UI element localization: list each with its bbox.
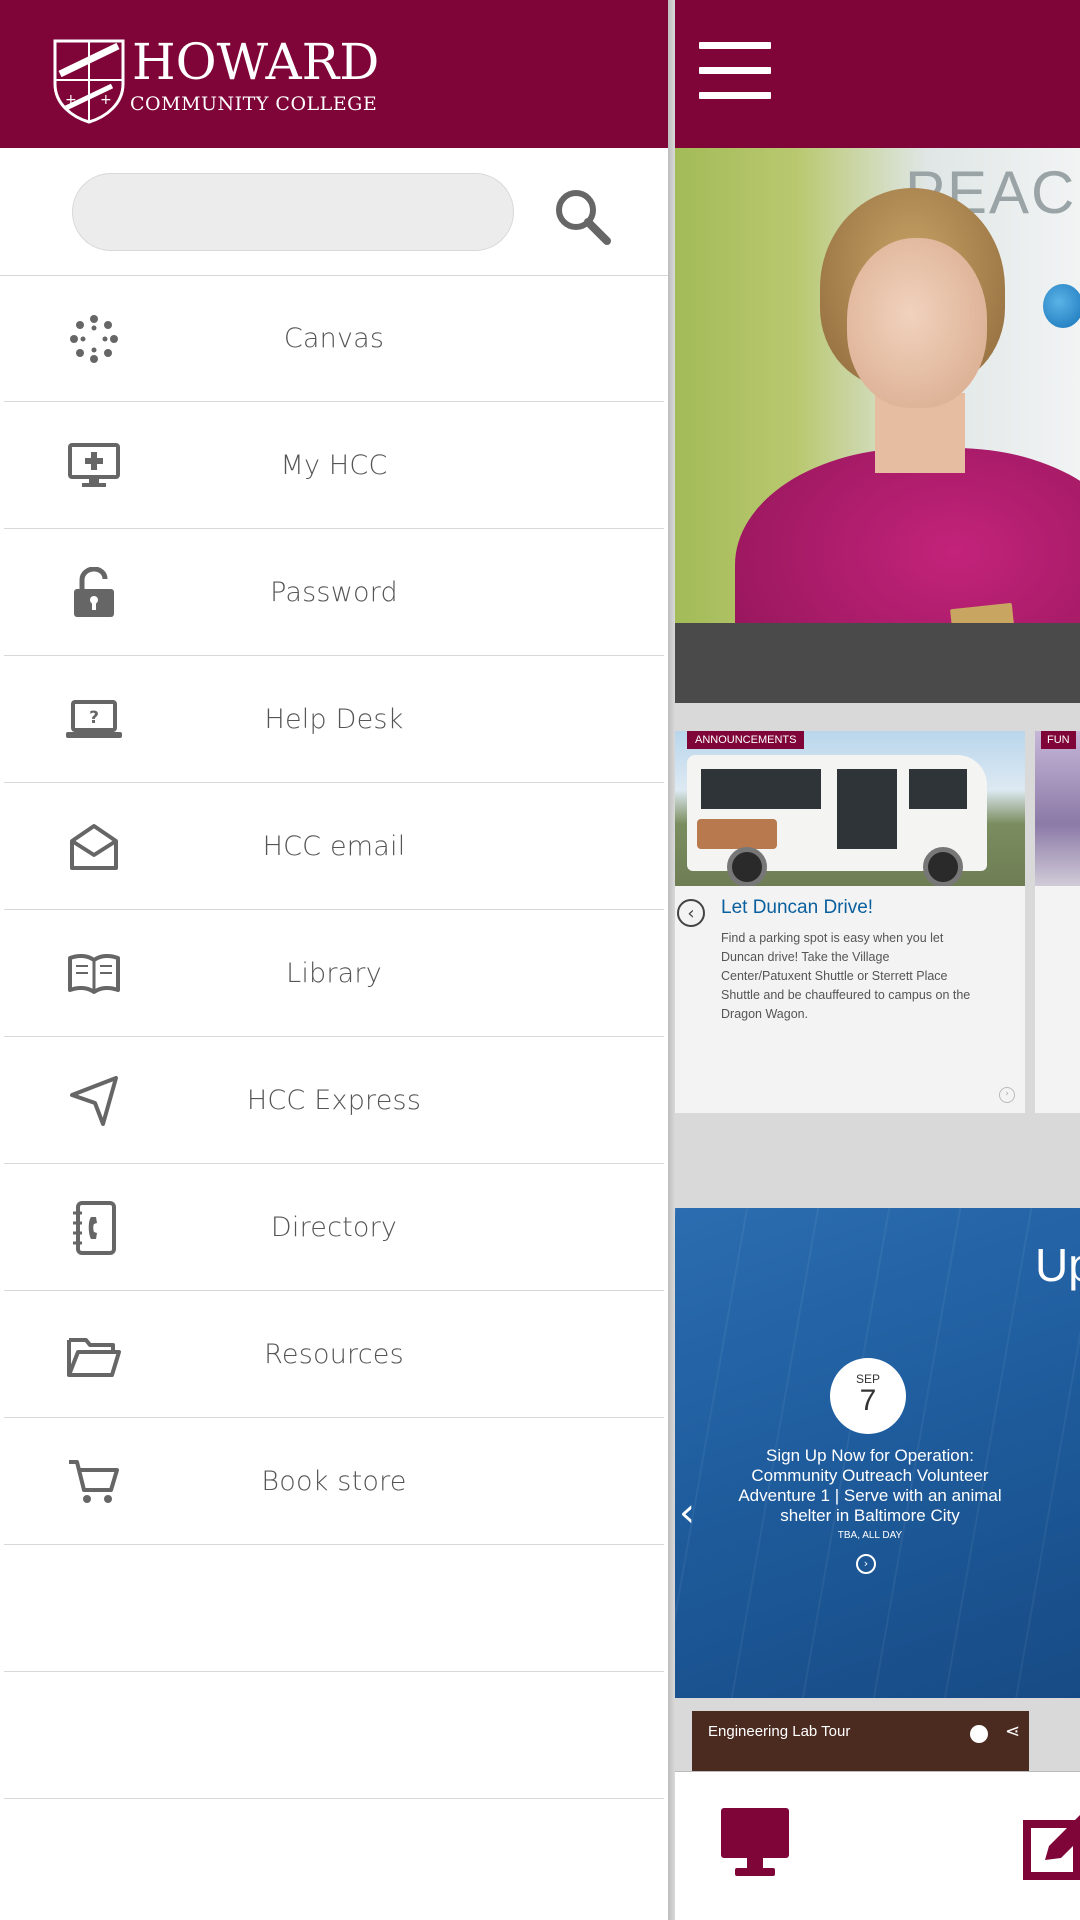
menu-item-my-hcc[interactable]: My HCC xyxy=(4,402,664,529)
edit-icon[interactable] xyxy=(1023,1812,1080,1882)
menu-item-library[interactable]: Library xyxy=(4,910,664,1037)
drawer-divider xyxy=(668,0,675,1920)
clock-icon[interactable] xyxy=(970,1725,988,1743)
menu-empty-row xyxy=(4,1545,664,1672)
search-input[interactable] xyxy=(72,173,514,251)
share-icon[interactable]: ⋖ xyxy=(1005,1721,1020,1742)
video-card[interactable]: Engineering Lab Tour ⋖ xyxy=(692,1711,1029,1771)
menu-item-label: HCC Express xyxy=(246,1084,422,1116)
shopping-cart-icon xyxy=(64,1456,124,1508)
news-photo xyxy=(675,731,1025,886)
news-category-badge: ANNOUNCEMENTS xyxy=(687,731,805,749)
logo-subtitle: COMMUNITY COLLEGE xyxy=(130,93,378,115)
college-logo[interactable]: + + + HOWARD COMMUNITY COLLEGE xyxy=(40,30,380,130)
search-icon[interactable] xyxy=(552,186,614,248)
book-icon xyxy=(64,948,124,1000)
address-book-icon xyxy=(64,1201,124,1255)
desktop-icon[interactable] xyxy=(719,1806,791,1880)
event-date-badge: SEP 7 xyxy=(830,1358,906,1434)
menu-item-label: Library xyxy=(286,957,382,989)
menu-item-hcc-express[interactable]: HCC Express xyxy=(4,1037,664,1164)
menu-item-help-desk[interactable]: ? Help Desk xyxy=(4,656,664,783)
unlock-icon xyxy=(64,567,124,619)
news-title[interactable]: Let Duncan Drive! xyxy=(721,897,873,919)
menu-item-canvas[interactable]: Canvas xyxy=(4,275,664,402)
svg-text:+: + xyxy=(100,92,112,108)
menu-item-resources[interactable]: Resources xyxy=(4,1291,664,1418)
canvas-icon xyxy=(64,313,124,365)
event-title[interactable]: Sign Up Now for Operation: Community Out… xyxy=(725,1446,1015,1526)
logo-name: HOWARD xyxy=(132,33,380,91)
news-card[interactable]: ANNOUNCEMENTS ‹ Let Duncan Drive! Find a… xyxy=(675,731,1025,1113)
svg-text:?: ? xyxy=(89,708,99,728)
menu-item-label: Resources xyxy=(264,1338,404,1370)
shield-crest-icon: + + + xyxy=(53,39,125,124)
envelope-open-icon xyxy=(64,821,124,873)
video-title: Engineering Lab Tour xyxy=(708,1723,851,1740)
event-more-icon[interactable]: › xyxy=(856,1554,876,1574)
news-card-next[interactable]: FUN xyxy=(1035,731,1080,1113)
laptop-help-icon: ? xyxy=(64,694,124,746)
top-bar xyxy=(675,0,1080,148)
menu-item-label: My HCC xyxy=(280,449,388,481)
navigation-drawer: + + + HOWARD COMMUNITY COLLEGE Canvas My… xyxy=(0,0,668,1920)
menu-item-hcc-email[interactable]: HCC email xyxy=(4,783,664,910)
monitor-plus-icon xyxy=(64,440,124,492)
menu-item-directory[interactable]: Directory xyxy=(4,1164,664,1291)
main-page: PEACH H ANNOUNCEMENTS ‹ Let Duncan Drive… xyxy=(675,0,1080,1920)
hamburger-menu-icon[interactable] xyxy=(699,42,771,99)
menu-item-password[interactable]: Password xyxy=(4,529,664,656)
svg-text:+: + xyxy=(66,62,75,75)
menu-item-label: Book store xyxy=(261,1465,407,1497)
drawer-menu: Canvas My HCC Password ? Help Desk HCC e… xyxy=(0,275,668,1799)
menu-item-label: Canvas xyxy=(283,322,385,354)
hero-image: PEACH H xyxy=(675,148,1080,623)
news-more-icon[interactable]: › xyxy=(999,1087,1015,1103)
event-time: TBA, ALL DAY xyxy=(837,1530,903,1541)
menu-item-book-store[interactable]: Book store xyxy=(4,1418,664,1545)
event-day: 7 xyxy=(859,1384,877,1417)
news-prev-icon[interactable]: ‹ xyxy=(677,899,705,927)
news-category-badge-next: FUN xyxy=(1041,731,1076,749)
folder-icon xyxy=(64,1329,124,1381)
bottom-bar xyxy=(675,1771,1080,1920)
menu-empty-row xyxy=(4,1672,664,1799)
menu-item-label: Password xyxy=(270,576,398,608)
drawer-header: + + + HOWARD COMMUNITY COLLEGE xyxy=(0,0,668,148)
news-body: Find a parking spot is easy when you let… xyxy=(721,931,971,1021)
menu-item-label: HCC email xyxy=(262,830,406,862)
events-prev-chevron-icon[interactable]: ‹ xyxy=(679,1490,695,1536)
menu-item-label: Directory xyxy=(270,1211,398,1243)
events-heading: Up xyxy=(1035,1239,1080,1291)
navigation-arrow-icon xyxy=(64,1075,124,1127)
svg-text:+: + xyxy=(65,92,77,108)
events-section: Up ‹ SEP 7 Sign Up Now for Operation: Co… xyxy=(675,1208,1080,1698)
hero-caption-bar xyxy=(675,623,1080,703)
menu-item-label: Help Desk xyxy=(264,703,404,735)
